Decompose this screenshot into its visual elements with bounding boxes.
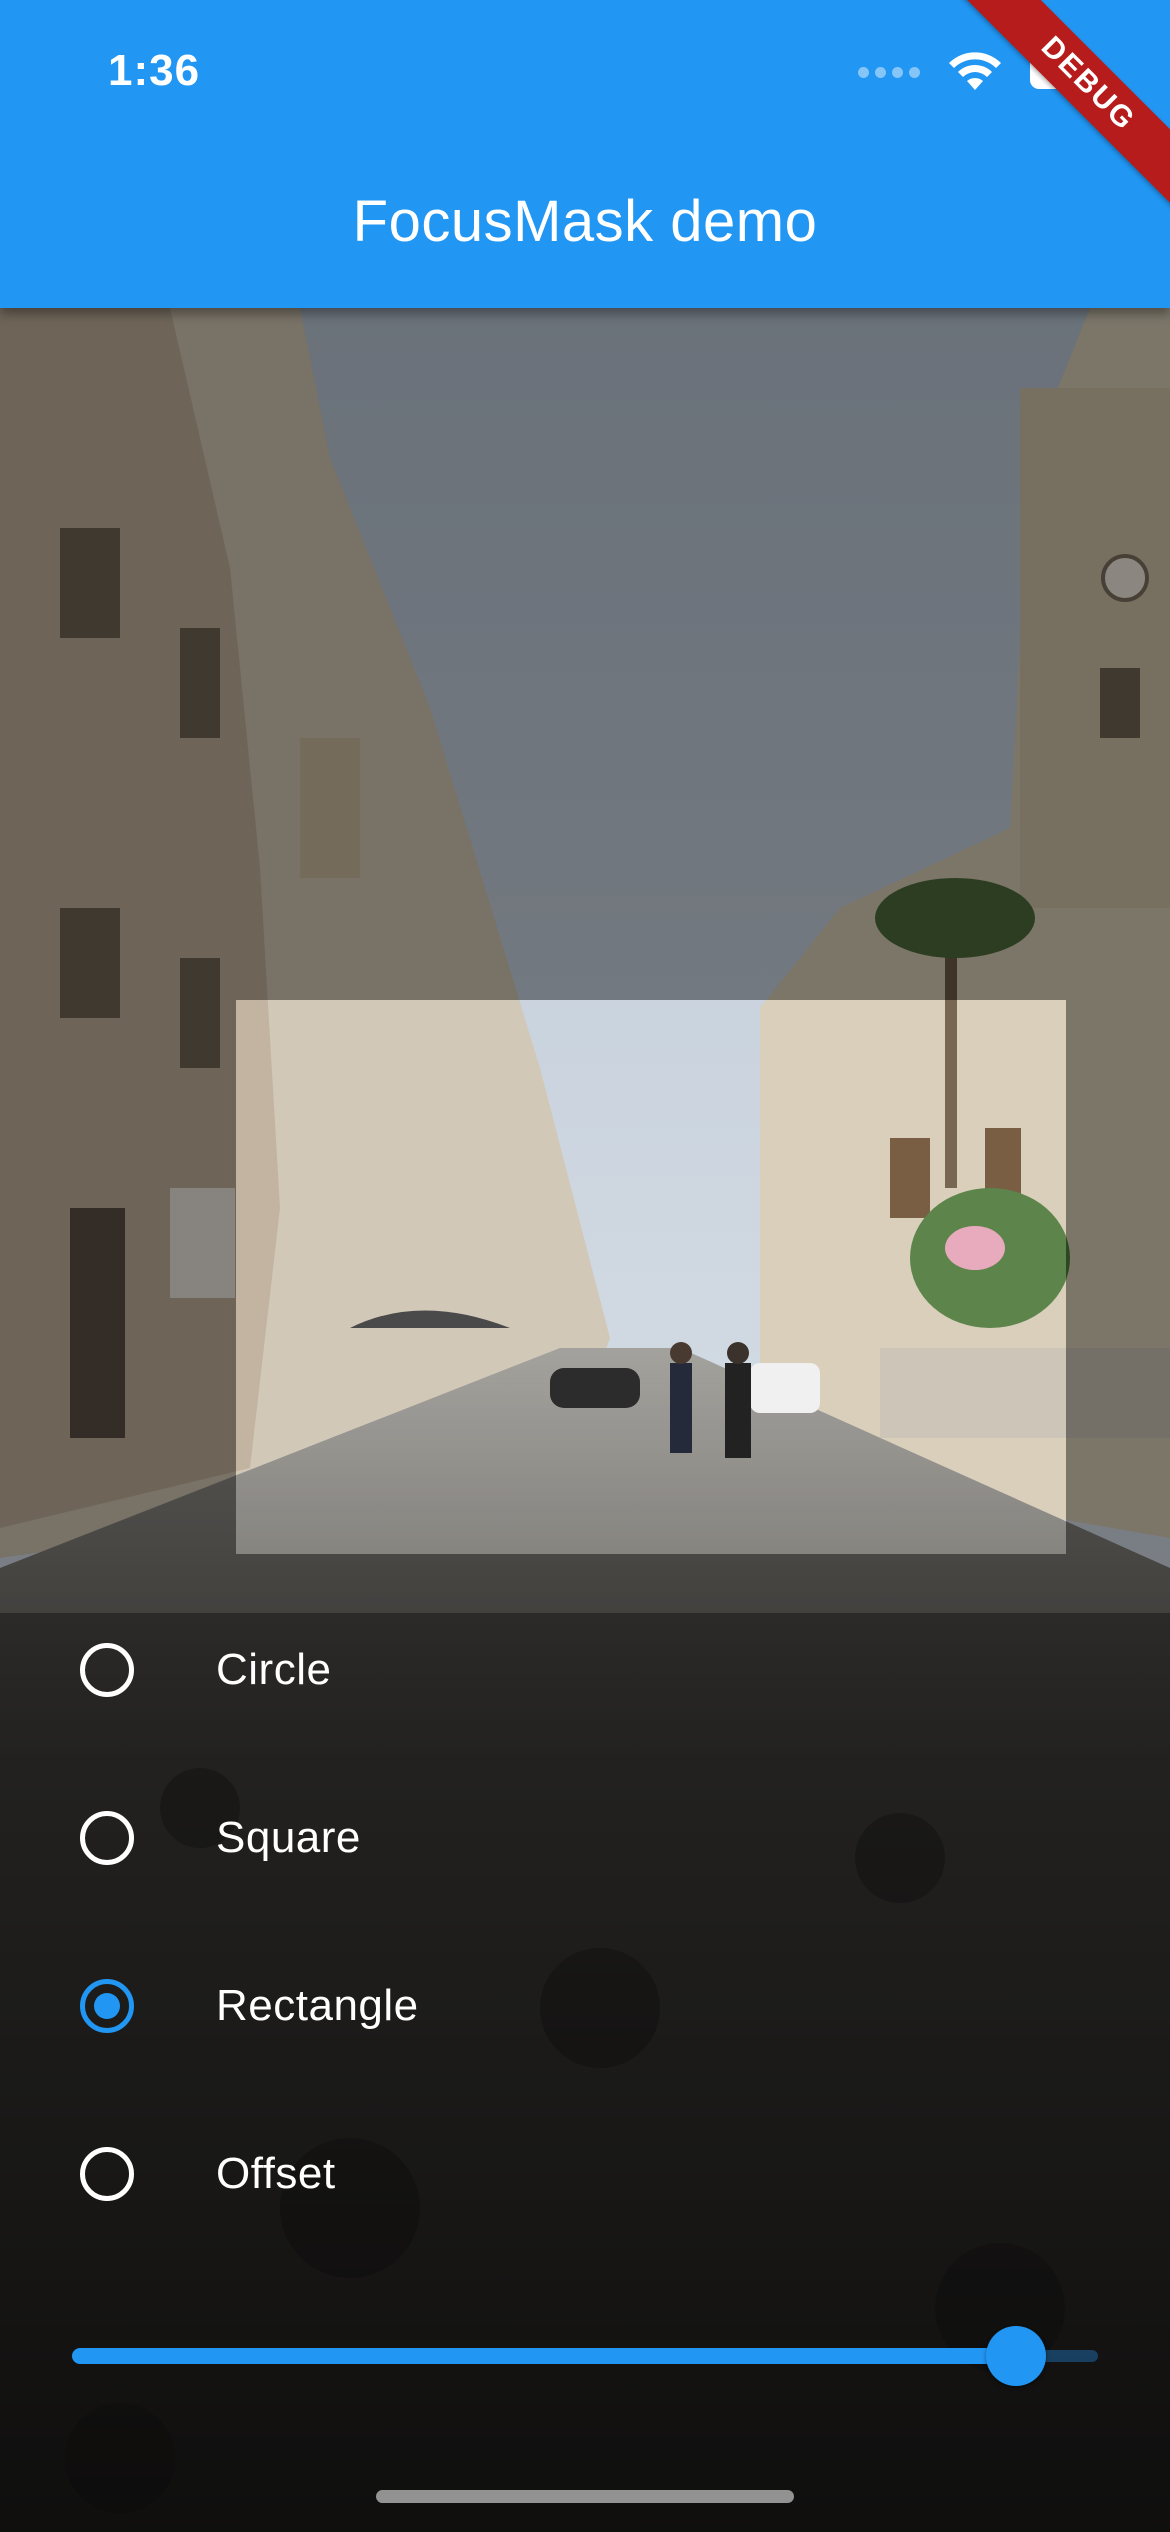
home-indicator[interactable]	[376, 2490, 794, 2503]
option-label: Square	[216, 1813, 361, 1862]
radio-rectangle[interactable]	[80, 1979, 134, 2033]
status-time: 1:36	[108, 46, 201, 95]
cellular-signal-icon	[858, 66, 920, 78]
option-square[interactable]: Square	[0, 1778, 700, 1898]
radio-circle[interactable]	[80, 1643, 134, 1697]
option-circle[interactable]: Circle	[0, 1610, 700, 1730]
option-rectangle[interactable]: Rectangle	[0, 1946, 700, 2066]
option-label: Offset	[216, 2149, 336, 2198]
focus-rectangle	[236, 1000, 1066, 1554]
option-label: Rectangle	[216, 1981, 419, 2030]
radio-offset[interactable]	[80, 2147, 134, 2201]
option-label: Circle	[216, 1645, 332, 1694]
app-bar: 1:36 FocusMask demo	[0, 0, 1170, 308]
slider-active-track[interactable]	[72, 2348, 1016, 2364]
option-offset[interactable]: Offset	[0, 2114, 700, 2234]
radio-square[interactable]	[80, 1811, 134, 1865]
slider-thumb[interactable]	[985, 2326, 1046, 2386]
size-slider[interactable]	[72, 2326, 1098, 2386]
controls-backdrop	[0, 1613, 1170, 2532]
wifi-icon	[949, 52, 1001, 90]
page-title: FocusMask demo	[352, 189, 818, 254]
